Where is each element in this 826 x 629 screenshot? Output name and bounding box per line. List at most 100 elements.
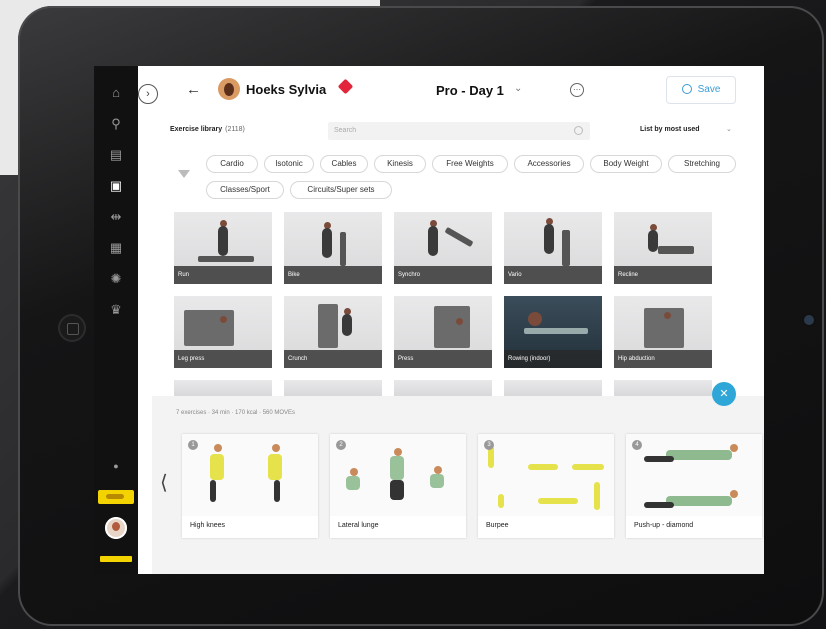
crunch-machine-graphic xyxy=(318,304,338,348)
athlete-figure xyxy=(322,228,332,258)
chevron-down-icon[interactable]: ⌄ xyxy=(726,125,732,133)
person-head xyxy=(434,466,442,474)
search-icon xyxy=(574,126,583,135)
workout-card[interactable]: 4 Push-up - diamond xyxy=(626,434,762,538)
workout-summary: 7 exercises · 34 min · 170 kcal · 560 MO… xyxy=(176,410,296,416)
search-icon[interactable]: ⚲ xyxy=(108,116,124,132)
exercise-tile[interactable]: Crunch xyxy=(284,296,382,368)
exercise-tile[interactable]: Bike xyxy=(284,212,382,284)
person-body xyxy=(498,494,504,508)
stats-icon[interactable]: ♛ xyxy=(108,302,124,318)
chevron-down-icon[interactable]: ⌄ xyxy=(514,83,522,94)
exercise-tile[interactable]: Recline xyxy=(614,212,712,284)
exercise-caption: Vario xyxy=(504,266,602,284)
filter-chip-classes-sport[interactable]: Classes/Sport xyxy=(206,181,284,199)
exercise-tile[interactable] xyxy=(284,380,382,396)
athlete-head xyxy=(528,312,542,326)
exercise-tile[interactable]: Rowing (indoor) xyxy=(504,296,602,368)
prev-arrow-icon[interactable]: ⟨ xyxy=(160,470,168,495)
library-title: Exercise library (2118) xyxy=(170,126,245,133)
exercise-tile[interactable] xyxy=(614,380,712,396)
filter-chip-free-weights[interactable]: Free Weights xyxy=(432,155,508,173)
status-dot-icon: ● xyxy=(113,461,119,471)
settings-icon[interactable]: ✺ xyxy=(108,271,124,287)
home-icon[interactable]: ⌂ xyxy=(108,85,124,101)
exercise-tile[interactable]: Vario xyxy=(504,212,602,284)
athlete-head xyxy=(664,312,671,319)
vario-graphic xyxy=(562,230,570,266)
person-leg xyxy=(644,456,674,462)
calendar-icon[interactable]: ▤ xyxy=(108,147,124,163)
person-leg xyxy=(644,502,674,508)
library-icon[interactable]: ▦ xyxy=(108,240,124,256)
person-leg xyxy=(390,480,404,500)
exercise-tile[interactable]: Synchro xyxy=(394,212,492,284)
card-label: Push-up - diamond xyxy=(634,522,694,529)
person-body xyxy=(538,498,578,504)
person-body xyxy=(268,454,282,480)
card-number-badge: 2 xyxy=(336,440,346,450)
exercise-illustration xyxy=(182,434,318,516)
logo xyxy=(100,556,132,562)
exercise-tile[interactable]: Press xyxy=(394,296,492,368)
filter-chip-kinesis[interactable]: Kinesis xyxy=(374,155,426,173)
rower-handle-graphic xyxy=(524,328,588,334)
person-body xyxy=(572,464,604,470)
exercise-caption: Hip abduction xyxy=(614,350,712,368)
exercise-caption: Press xyxy=(394,350,492,368)
collapse-sidebar-button[interactable]: › xyxy=(138,84,158,104)
search-input[interactable]: Search xyxy=(328,122,590,140)
filter-chip-cardio[interactable]: Cardio xyxy=(206,155,258,173)
client-name[interactable]: Hoeks Sylvia xyxy=(246,82,326,97)
exercise-illustration xyxy=(478,434,614,516)
filter-chip-isotonic[interactable]: Isotonic xyxy=(264,155,314,173)
save-label: Save xyxy=(697,84,721,95)
close-tray-button[interactable]: ✕ xyxy=(712,382,736,406)
person-leg xyxy=(274,480,280,502)
card-number-badge: 1 xyxy=(188,440,198,450)
leg-press-graphic xyxy=(184,310,234,346)
program-title[interactable]: Pro - Day 1 xyxy=(436,83,504,98)
more-options-button[interactable]: ⋯ xyxy=(570,83,584,97)
workout-card[interactable]: 2 Lateral lunge xyxy=(330,434,466,538)
back-button[interactable]: ← xyxy=(186,81,201,98)
person-body xyxy=(666,450,732,460)
person-body xyxy=(666,496,732,506)
athlete-figure xyxy=(342,314,352,336)
filter-chip-body-weight[interactable]: Body Weight xyxy=(590,155,662,173)
exercise-tile[interactable] xyxy=(174,380,272,396)
profile-icon[interactable]: ▣ xyxy=(108,178,124,194)
card-label: Lateral lunge xyxy=(338,522,379,529)
home-button[interactable] xyxy=(58,314,86,342)
person-body xyxy=(594,482,600,510)
athlete-head xyxy=(220,316,227,323)
athlete-figure xyxy=(544,224,554,254)
user-avatar[interactable] xyxy=(105,517,127,539)
exercise-tile[interactable] xyxy=(394,380,492,396)
sort-dropdown[interactable]: List by most used xyxy=(640,126,700,133)
bike-graphic xyxy=(340,232,346,266)
filter-chip-cables[interactable]: Cables xyxy=(320,155,368,173)
filter-chip-accessories[interactable]: Accessories xyxy=(514,155,584,173)
filter-icon[interactable] xyxy=(178,170,190,178)
workout-card[interactable]: 3 Burpee xyxy=(478,434,614,538)
exercise-tile[interactable]: Hip abduction xyxy=(614,296,712,368)
dumbbell-icon[interactable]: ⇹ xyxy=(108,209,124,225)
workout-card[interactable]: 1 High knees xyxy=(182,434,318,538)
exercise-caption: Crunch xyxy=(284,350,382,368)
client-avatar xyxy=(218,78,240,100)
library-count: (2118) xyxy=(225,126,245,133)
exercise-tile[interactable] xyxy=(504,380,602,396)
exercise-illustration xyxy=(330,434,466,516)
card-number-badge: 4 xyxy=(632,440,642,450)
exercise-tile[interactable]: Run xyxy=(174,212,272,284)
library-label: Exercise library xyxy=(170,126,223,133)
person-body xyxy=(390,456,404,480)
save-button[interactable]: Save xyxy=(666,76,736,104)
filter-chip-stretching[interactable]: Stretching xyxy=(668,155,736,173)
pin-icon[interactable] xyxy=(337,78,354,95)
save-icon xyxy=(681,84,692,94)
filter-chip-circuits[interactable]: Circuits/Super sets xyxy=(290,181,392,199)
person-head xyxy=(394,448,402,456)
exercise-tile[interactable]: Leg press xyxy=(174,296,272,368)
